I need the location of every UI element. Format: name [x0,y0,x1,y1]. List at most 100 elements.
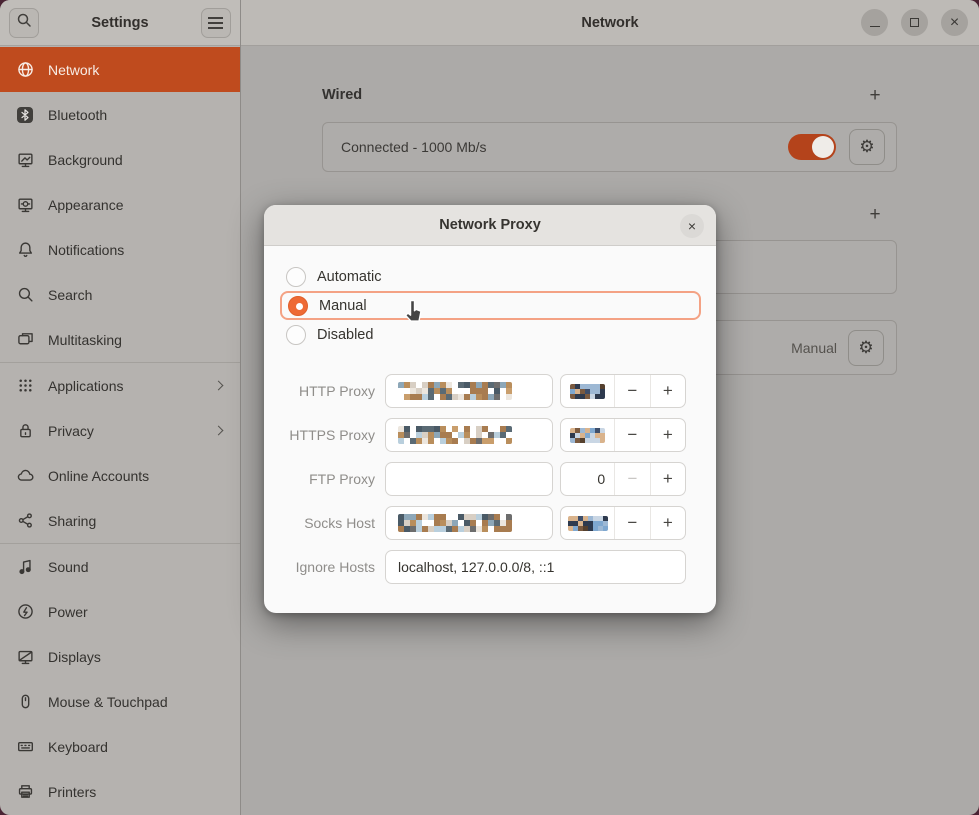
sidebar-item-label: Online Accounts [48,468,226,484]
https-port-spinner[interactable]: − + [560,418,686,452]
maximize-button[interactable] [901,9,928,36]
redacted-port [570,428,605,443]
maximize-icon [910,18,919,27]
add-vpn-button[interactable]: + [864,204,886,226]
radio-unchecked-icon[interactable] [286,325,306,345]
http-proxy-input[interactable] [385,374,553,408]
sidebar-item-bluetooth[interactable]: Bluetooth [0,92,240,137]
plus-icon: + [869,85,880,107]
ignore-hosts-row: Ignore Hosts [264,550,686,584]
sidebar-item-applications[interactable]: Applications [0,363,240,408]
decrement-button[interactable]: − [614,375,649,407]
sidebar-item-keyboard[interactable]: Keyboard [0,724,240,769]
lock-icon [16,422,34,440]
settings-window: Settings Network Bluetooth [0,0,979,815]
sidebar-item-label: Mouse & Touchpad [48,694,226,710]
sidebar-item-privacy[interactable]: Privacy [0,408,240,453]
http-port-spinner[interactable]: − + [560,374,686,408]
sidebar-item-label: Privacy [48,423,201,439]
sidebar-item-label: Displays [48,649,226,665]
ftp-proxy-input[interactable] [385,462,553,496]
sidebar-item-power[interactable]: Power [0,589,240,634]
sidebar-item-search[interactable]: Search [0,272,240,317]
sidebar-item-label: Bluetooth [48,107,226,123]
radio-checked-icon[interactable] [288,296,308,316]
sidebar-item-label: Background [48,152,226,168]
share-icon [16,512,34,530]
sidebar-item-notifications[interactable]: Notifications [0,227,240,272]
sidebar-item-label: Network [48,62,226,78]
ftp-port-spinner[interactable]: 0 − + [560,462,686,496]
chevron-right-icon [214,426,224,436]
window-controls: × [861,9,968,36]
sidebar-item-displays[interactable]: Displays [0,634,240,679]
ignore-hosts-value[interactable] [398,559,685,575]
bell-icon [16,241,34,259]
sidebar-title: Settings [91,15,148,31]
search-icon [16,286,34,304]
socks-host-row: Socks Host − + [264,506,686,540]
sidebar: Settings Network Bluetooth [0,0,241,815]
increment-button[interactable]: + [650,507,685,539]
sidebar-item-sharing[interactable]: Sharing [0,498,240,543]
socks-host-label: Socks Host [264,515,380,531]
option-label: Disabled [317,327,373,343]
sidebar-item-label: Keyboard [48,739,226,755]
menu-button[interactable] [201,8,231,38]
sidebar-item-online-accounts[interactable]: Online Accounts [0,453,240,498]
redacted-port [568,516,608,531]
bluetooth-icon [16,106,34,124]
ftp-port-value: 0 [561,463,614,495]
ftp-proxy-row: FTP Proxy 0 − + [264,462,686,496]
connection-status: Connected - 1000 Mb/s [341,139,487,155]
ignore-hosts-input[interactable] [385,550,686,584]
close-button[interactable]: × [941,9,968,36]
option-manual[interactable]: Manual [280,291,701,320]
network-proxy-dialog: Network Proxy × Automatic Manual Disable… [264,205,716,613]
decrement-button[interactable]: − [614,463,649,495]
sidebar-item-network[interactable]: Network [0,47,240,92]
sidebar-item-printers[interactable]: Printers [0,769,240,814]
redacted-value [398,426,512,444]
option-label: Automatic [317,269,381,285]
windows-icon [16,331,34,349]
radio-unchecked-icon[interactable] [286,267,306,287]
sidebar-item-multitasking[interactable]: Multitasking [0,317,240,362]
dialog-close-button[interactable]: × [680,214,704,238]
proxy-mode-options: Automatic Manual Disabled [280,263,701,348]
sidebar-item-mouse[interactable]: Mouse & Touchpad [0,679,240,724]
proxy-settings-button[interactable]: ⚙ [848,330,884,366]
https-proxy-input[interactable] [385,418,553,452]
music-note-icon [16,558,34,576]
proxy-mode-value: Manual [791,340,837,356]
socks-host-input[interactable] [385,506,553,540]
sidebar-item-label: Sound [48,559,226,575]
chevron-right-icon [214,381,224,391]
increment-button[interactable]: + [650,375,685,407]
decrement-button[interactable]: − [614,419,649,451]
decrement-button[interactable]: − [614,507,649,539]
wired-settings-button[interactable]: ⚙ [849,129,885,165]
sidebar-item-appearance[interactable]: Appearance [0,182,240,227]
option-automatic[interactable]: Automatic [280,263,701,290]
sidebar-item-label: Notifications [48,242,226,258]
minimize-icon [870,26,880,28]
sidebar-item-background[interactable]: Background [0,137,240,182]
sidebar-item-label: Applications [48,378,201,394]
increment-button[interactable]: + [650,419,685,451]
sidebar-list: Network Bluetooth Background Appearance [0,46,240,814]
appearance-icon [16,196,34,214]
http-proxy-label: HTTP Proxy [264,383,380,399]
increment-button[interactable]: + [650,463,685,495]
socks-port-spinner[interactable]: − + [560,506,686,540]
wired-section-title: Wired [322,87,362,103]
sidebar-item-sound[interactable]: Sound [0,544,240,589]
main-headerbar: Network × [241,0,979,46]
page-title: Network [581,15,638,31]
option-disabled[interactable]: Disabled [280,321,701,348]
wired-toggle[interactable] [788,134,836,160]
minimize-button[interactable] [861,9,888,36]
search-button[interactable] [9,8,39,38]
add-wired-button[interactable]: + [864,85,886,107]
cloud-icon [16,467,34,485]
